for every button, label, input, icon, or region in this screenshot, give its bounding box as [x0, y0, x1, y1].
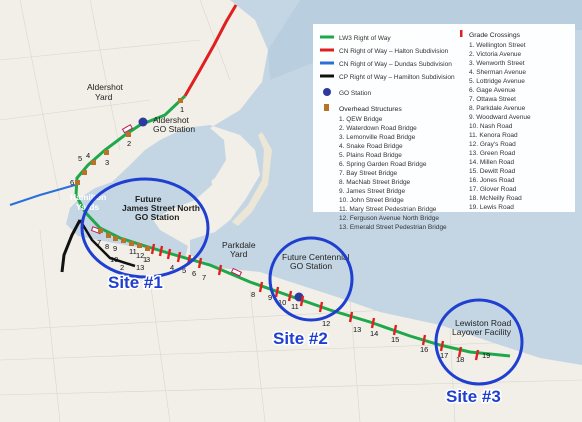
overhead-item: 6. Spring Garden Road Bridge: [339, 161, 427, 168]
overhead-item: 11. Mary Street Pedestrian Bridge: [339, 206, 437, 213]
grade-num: 13: [353, 325, 361, 334]
grade-item: 19. Lewis Road: [469, 204, 514, 211]
grade-item: 11. Kenora Road: [469, 132, 518, 139]
grade-item: 15. Dewitt Road: [469, 168, 516, 175]
legend-line-cn-dundas: CN Right of Way – Dundas Subdivision: [339, 61, 452, 68]
grade-item: 6. Gage Avenue: [469, 87, 516, 94]
overhead-item: 10. John Street Bridge: [339, 197, 404, 204]
legend-go-station-swatch: [323, 88, 331, 96]
overhead-marker: [104, 150, 109, 155]
grade-item: 9. Woodward Avenue: [469, 114, 531, 121]
aldershot-go-label-2: GO Station: [153, 124, 195, 134]
overhead-item: 5. Plains Road Bridge: [339, 152, 402, 159]
overhead-marker: [121, 238, 126, 243]
overhead-item: 7. Bay Street Bridge: [339, 170, 398, 177]
grade-item: 3. Wenworth Street: [469, 60, 525, 67]
overhead-num: 4: [86, 151, 90, 160]
overhead-marker: [178, 98, 183, 103]
overhead-marker: [137, 243, 142, 248]
grade-num: 11: [291, 302, 299, 311]
james-north-go-label-3: GO Station: [135, 212, 179, 222]
overhead-num: 1: [180, 105, 184, 114]
overhead-num: 3: [105, 158, 109, 167]
grade-num: 2: [120, 263, 124, 272]
grade-item: 12. Gray's Road: [469, 141, 516, 148]
aldershot-yard-label-1: Aldershot: [87, 82, 124, 92]
overhead-num: 10: [110, 255, 118, 264]
grade-item: 4. Sherman Avenue: [469, 69, 526, 76]
aldershot-go-station-marker: [138, 117, 148, 127]
overhead-num: 8: [105, 242, 109, 251]
grade-num: 16: [420, 345, 428, 354]
overhead-marker: [75, 180, 80, 185]
overhead-marker: [106, 233, 111, 238]
overhead-item: 9. James Street Bridge: [339, 188, 405, 195]
grade-item: 17. Glover Road: [469, 186, 517, 193]
grade-item: 10. Nash Road: [469, 123, 513, 130]
overhead-item: 4. Snake Road Bridge: [339, 143, 403, 150]
parkdale-yard-label-2: Yard: [230, 249, 248, 259]
map-canvas: 1 2 3 4 5 6 7 8 9 10 11 12 13 1 2 3 4 5 …: [0, 0, 582, 422]
overhead-marker: [145, 246, 150, 251]
overhead-num: 13: [136, 263, 144, 272]
grade-num: 3: [146, 255, 150, 264]
overhead-item: 2. Waterdown Road Bridge: [339, 125, 417, 132]
legend-go-station-label: GO Station: [339, 90, 372, 97]
legend-line-lw3: LW3 Right of Way: [339, 35, 391, 42]
grade-num: 18: [456, 355, 464, 364]
overhead-marker: [91, 160, 96, 165]
legend-grade-swatch: [460, 30, 463, 37]
grade-num: 12: [322, 319, 330, 328]
overhead-item: 12. Ferguson Avenue North Bridge: [339, 215, 439, 222]
overhead-item: 3. Lemonville Road Bridge: [339, 134, 416, 141]
aldershot-yard-label-2: Yard: [95, 92, 113, 102]
legend-grade-title: Grade Crossings: [469, 32, 521, 39]
site-1-label: Site #1: [108, 273, 163, 292]
grade-item: 13. Green Road: [469, 150, 516, 157]
grade-num: 8: [251, 290, 255, 299]
rail-corridor-map: 1 2 3 4 5 6 7 8 9 10 11 12 13 1 2 3 4 5 …: [0, 0, 582, 422]
legend-overhead-swatch: [324, 104, 329, 111]
legend-line-cp-hamilton: CP Right of Way – Hamilton Subdivision: [339, 74, 455, 81]
grade-num: 19: [482, 351, 490, 360]
grade-num: 17: [440, 351, 448, 360]
overhead-marker: [98, 228, 103, 233]
overhead-num: 9: [113, 244, 117, 253]
overhead-num: 2: [127, 139, 131, 148]
grade-item: 5. Lottridge Avenue: [469, 78, 525, 85]
grade-item: 2. Victoria Avenue: [469, 51, 522, 58]
overhead-num: 7: [97, 238, 101, 247]
grade-num: 6: [192, 269, 196, 278]
grade-item: 18. McNeilly Road: [469, 195, 522, 202]
overhead-item: 8. MacNab Street Bridge: [339, 179, 411, 186]
overhead-marker: [129, 241, 134, 246]
overhead-marker: [82, 170, 87, 175]
grade-item: 14. Millen Road: [469, 159, 515, 166]
legend-overhead-title: Overhead Structures: [339, 106, 402, 113]
grade-num: 15: [391, 335, 399, 344]
grade-num: 7: [202, 273, 206, 282]
grade-item: 8. Parkdale Avenue: [469, 105, 526, 112]
grade-item: 7. Ottawa Street: [469, 96, 516, 103]
overhead-item: 13. Emerald Street Pedestrian Bridge: [339, 224, 447, 231]
grade-item: 1. Wellington Street: [469, 42, 526, 49]
overhead-item: 1. QEW Bridge: [339, 116, 383, 123]
lewiston-layover-label-2: Layover Facility: [452, 327, 512, 337]
site-2-label: Site #2: [273, 329, 328, 348]
grade-num: 14: [370, 329, 378, 338]
grade-item: 16. Jones Road: [469, 177, 515, 184]
overhead-num: 6: [70, 178, 74, 187]
legend-line-cn-halton: CN Right of Way – Halton Subdivision: [339, 48, 449, 55]
overhead-num: 5: [78, 154, 82, 163]
overhead-marker: [113, 236, 118, 241]
centennial-go-label-2: GO Station: [290, 261, 332, 271]
overhead-marker: [126, 132, 131, 137]
site-3-label: Site #3: [446, 387, 501, 406]
